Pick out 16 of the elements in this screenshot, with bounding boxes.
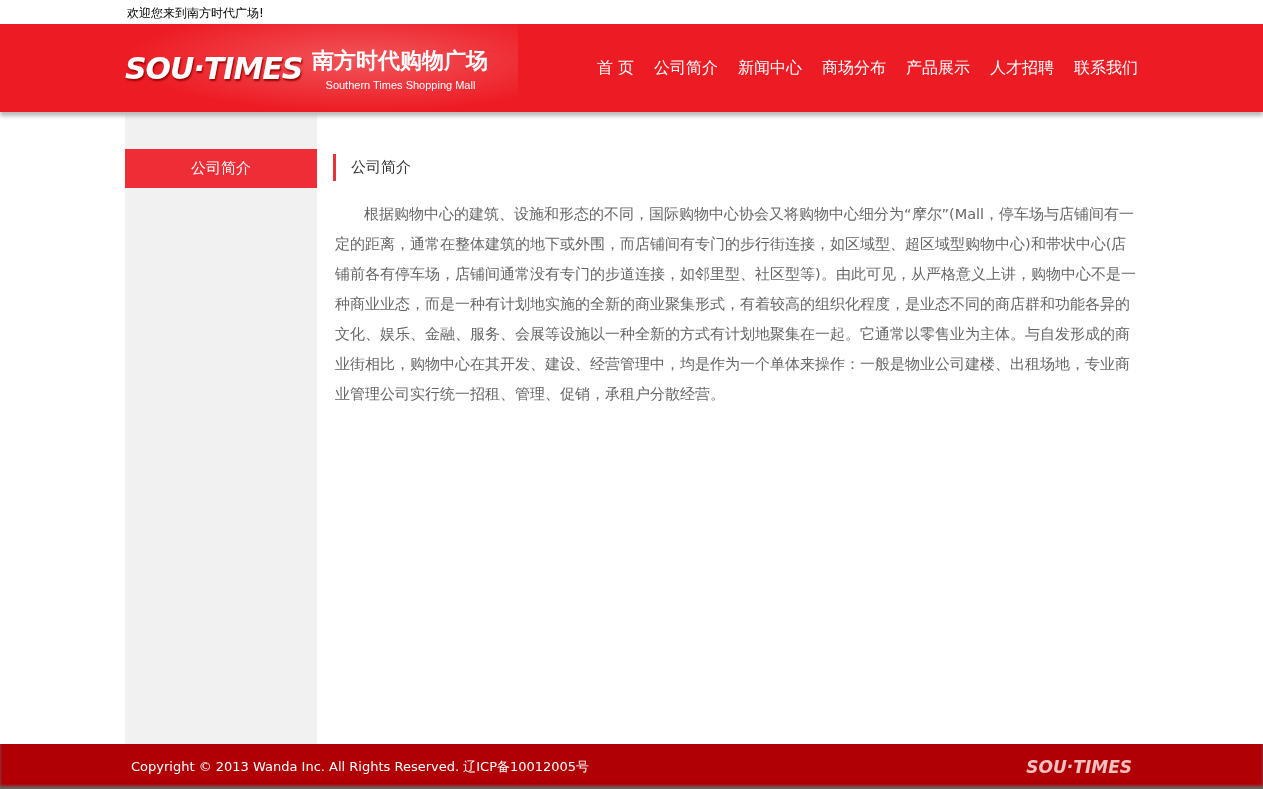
logo-subtitle: Southern Times Shopping Mall — [325, 78, 476, 91]
nav-link[interactable]: 公司简介 — [654, 57, 718, 79]
copyright-text: Copyright © 2013 Wanda Inc. All Rights Reserved. 辽ICP备10012005号 — [131, 757, 590, 776]
logo-title: 南方时代购物广场 — [312, 45, 489, 75]
welcome-text: 欢迎您来到南方时代广场! — [126, 6, 264, 20]
footer-logo-mark: SOU·TIMES — [1026, 756, 1132, 777]
logo-mark: SOU·TIMES — [125, 50, 303, 86]
sidebar-item[interactable]: 公司简介 — [125, 149, 317, 188]
nav-link[interactable]: 产品展示 — [906, 57, 970, 79]
nav-link[interactable]: 联系我们 — [1074, 57, 1138, 79]
section-title: 公司简介 — [333, 154, 1138, 181]
nav-link[interactable]: 新闻中心 — [738, 57, 802, 79]
intro-paragraph: 根据购物中心的建筑、设施和形态的不同，国际购物中心协会又将购物中心细分为“摩尔”(Mall，停车场与店铺间有一定的距离，通常在整体建筑的地下或外围，而店铺间有专门的步行街连接，如区域型、超区域型购物中心)和带状中心(店铺前各有停车场，店铺间通常没有专门的步道连接，如邻里型、社区型等)。由此可见，从严格意义上讲，购物中心不是一种商业业态，而是一种有计划地实施的全新的商业聚集形式，有着较高的组织化程度，是业态不同的商店群和功能各异的文化、娱乐、金融、服务、会展等设施以一种全新的方式有计划地聚集在一起。它通常以零售业为主体。与自发形成的商业街相比，购物中心在其开发、建设、经营管理中，均是作为一个单体来操作：一般是物业公司建楼、出租场地，专业商业管理公司实行统一招租、管理、促销，承租户分散经营。 — [335, 205, 1137, 404]
nav-link[interactable]: 商场分布 — [822, 57, 886, 79]
nav-link[interactable]: 人才招聘 — [990, 57, 1054, 79]
nav-link[interactable]: 首 页 — [596, 57, 634, 79]
